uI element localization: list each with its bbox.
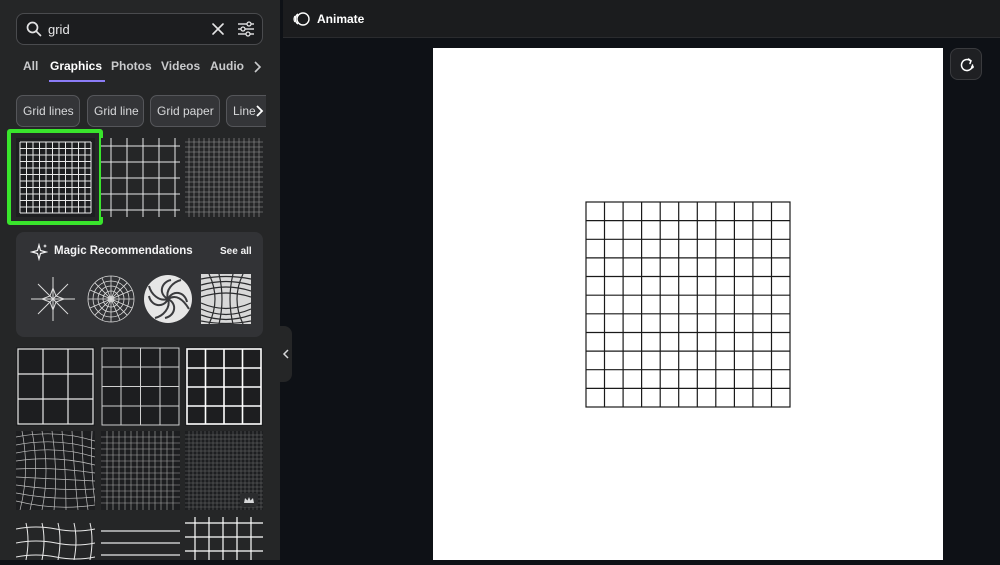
- grid-graphic: [186, 348, 262, 425]
- chip-grid-lines[interactable]: Grid lines: [16, 95, 80, 127]
- lines-graphic: [101, 530, 180, 556]
- search-bar[interactable]: grid: [16, 13, 263, 45]
- grid-graphic: [101, 138, 180, 217]
- grid-graphic: [185, 138, 263, 217]
- magic-recommendations-title: Magic Recommendations: [54, 245, 193, 257]
- tab-videos[interactable]: Videos: [161, 59, 200, 73]
- grid-graphic: [185, 517, 263, 560]
- radial-grid-graphic: [87, 275, 135, 323]
- magic-recommendations-panel: Magic Recommendations See all: [16, 232, 263, 337]
- tab-photos[interactable]: Photos: [111, 59, 152, 73]
- spiral-graphic: [144, 275, 192, 323]
- recommendation-spiral[interactable]: [143, 274, 193, 324]
- grid-graphic: [101, 431, 180, 510]
- recommendation-starburst[interactable]: [28, 274, 78, 324]
- grid-graphic: [16, 522, 95, 560]
- search-icon: [26, 21, 42, 37]
- crown-icon: [240, 493, 258, 507]
- chevron-right-icon[interactable]: [252, 60, 262, 74]
- graphic-result-grid-lines[interactable]: [185, 515, 263, 560]
- recommendation-warped-grid[interactable]: [200, 273, 252, 325]
- tab-graphics[interactable]: Graphics: [50, 59, 102, 73]
- suggestion-chips: Grid lines Grid line Grid paper Line: [16, 95, 266, 127]
- graphic-result-grid-3x3[interactable]: [16, 347, 95, 426]
- active-tab-indicator: [49, 80, 105, 82]
- category-tabs: All Graphics Photos Videos Audio: [16, 56, 270, 84]
- graphic-result-grid-sparse[interactable]: [101, 138, 180, 217]
- animate-icon: [293, 12, 310, 26]
- graphic-result-warped-mesh[interactable]: [16, 431, 95, 510]
- recommendation-radial-grid[interactable]: [86, 274, 136, 324]
- starburst-graphic: [31, 277, 75, 321]
- design-page-canvas[interactable]: [433, 48, 943, 560]
- chevron-right-icon[interactable]: [254, 104, 264, 118]
- see-all-link[interactable]: See all: [220, 246, 252, 257]
- tab-audio[interactable]: Audio: [210, 59, 244, 73]
- selected-highlight: [7, 129, 103, 225]
- collapse-chevron-icon: [282, 349, 289, 359]
- sparkle-icon: [30, 243, 48, 261]
- mesh-graphic: [16, 431, 95, 510]
- grid-graphic: [101, 347, 180, 426]
- chip-grid-line[interactable]: Grid line: [87, 95, 144, 127]
- placed-grid-graphic[interactable]: [433, 48, 943, 560]
- warped-grid-graphic: [200, 273, 252, 325]
- sidebar-panel: grid All Graphics Photos Videos Audio Gr…: [0, 0, 280, 560]
- search-input[interactable]: grid: [48, 22, 70, 37]
- graphic-result-grid-4x4-bold[interactable]: [185, 347, 263, 426]
- graphic-result-horizontal-lines[interactable]: [101, 515, 180, 560]
- editor-toolbar: Animate: [283, 0, 1000, 38]
- graphic-result-grid-dense[interactable]: [185, 138, 263, 217]
- graphic-result-grid-4x4[interactable]: [101, 347, 180, 426]
- graphic-result-wavy-grid[interactable]: [16, 515, 95, 560]
- collapse-panel-handle[interactable]: [280, 326, 292, 382]
- filter-icon[interactable]: [237, 21, 255, 37]
- animate-button[interactable]: Animate: [317, 12, 364, 26]
- chip-grid-paper[interactable]: Grid paper: [150, 95, 220, 127]
- refresh-icon: [960, 58, 974, 72]
- graphic-result-fine-grid[interactable]: [101, 431, 180, 510]
- tab-all[interactable]: All: [23, 59, 38, 73]
- grid-graphic: [17, 348, 94, 425]
- clear-icon[interactable]: [211, 22, 225, 36]
- refresh-button[interactable]: [950, 48, 982, 80]
